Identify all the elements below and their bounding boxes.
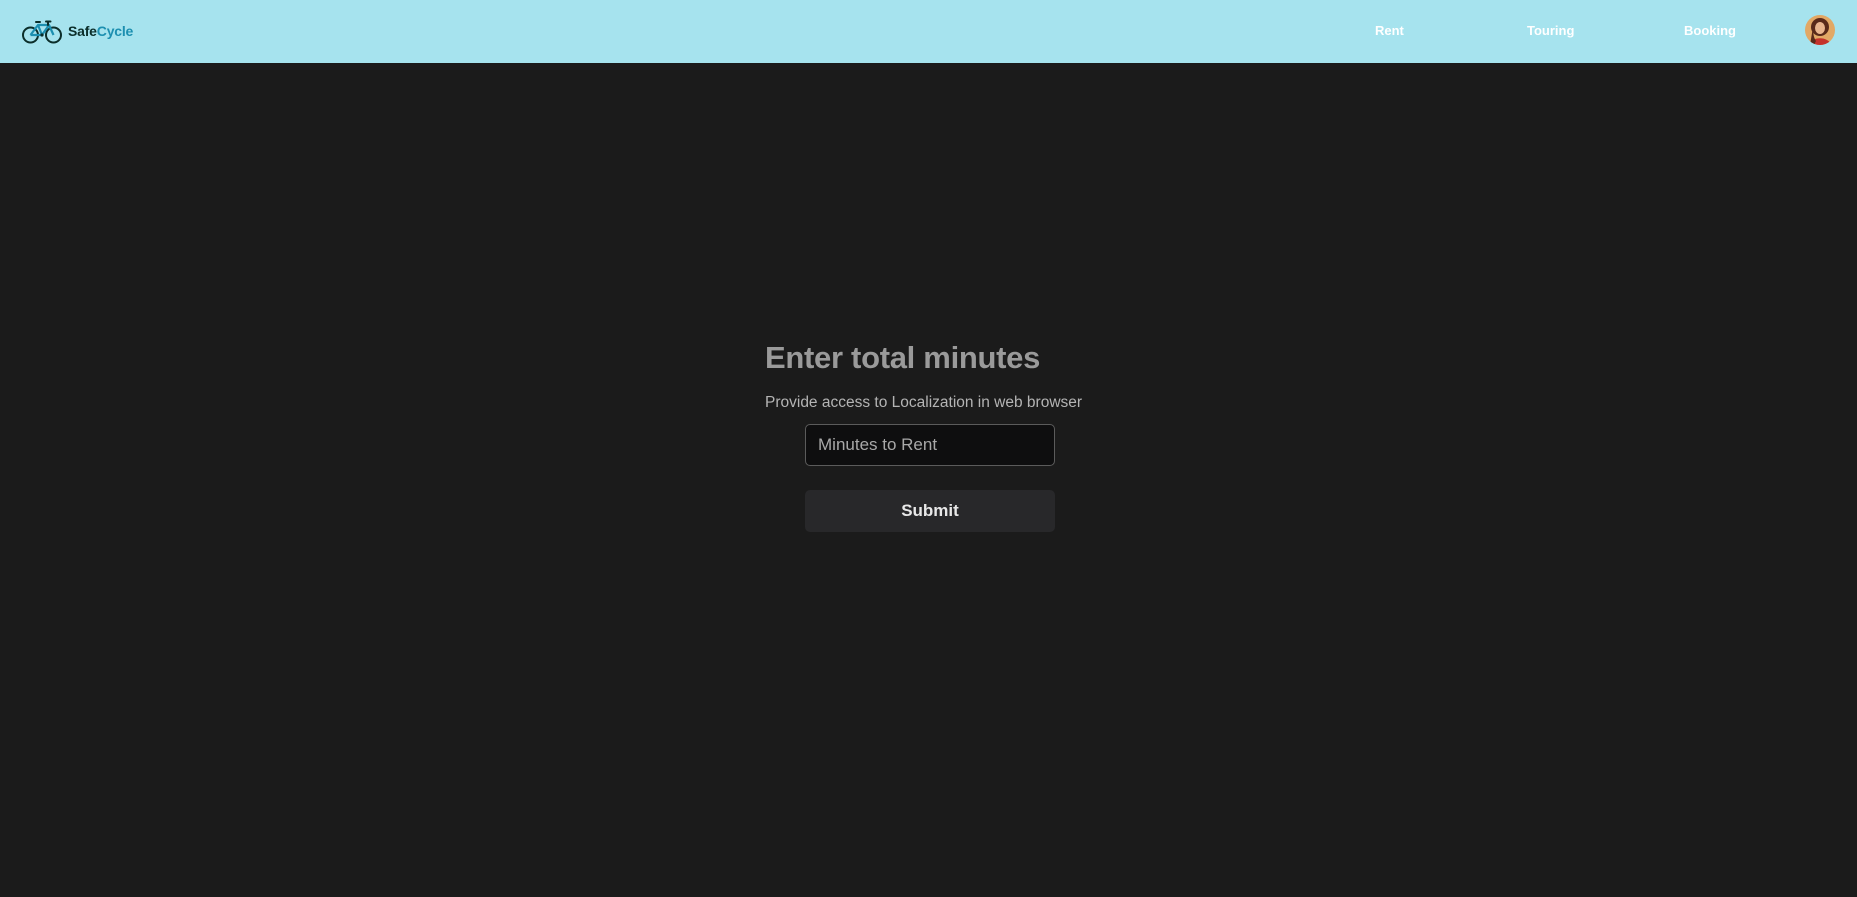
brand-name: SafeCycle — [68, 23, 133, 39]
localization-hint: Provide access to Localization in web br… — [765, 394, 1083, 411]
minutes-input[interactable] — [805, 424, 1055, 466]
page-title: Enter total minutes — [765, 340, 1041, 375]
nav-link-touring[interactable]: Touring — [1527, 23, 1574, 38]
bicycle-icon — [22, 20, 62, 44]
brand-name-part1: Safe — [68, 23, 97, 39]
brand-name-part2: Cycle — [96, 23, 134, 39]
avatar-image — [1805, 15, 1835, 45]
main-content — [0, 63, 1857, 897]
nav-link-booking[interactable]: Booking — [1684, 23, 1736, 38]
user-avatar[interactable] — [1805, 15, 1835, 45]
nav-link-rent[interactable]: Rent — [1375, 23, 1404, 38]
top-navbar: SafeCycle Rent Touring Booking — [0, 0, 1857, 63]
submit-button[interactable]: Submit — [805, 490, 1055, 532]
brand-logo-link[interactable]: SafeCycle — [22, 17, 133, 45]
